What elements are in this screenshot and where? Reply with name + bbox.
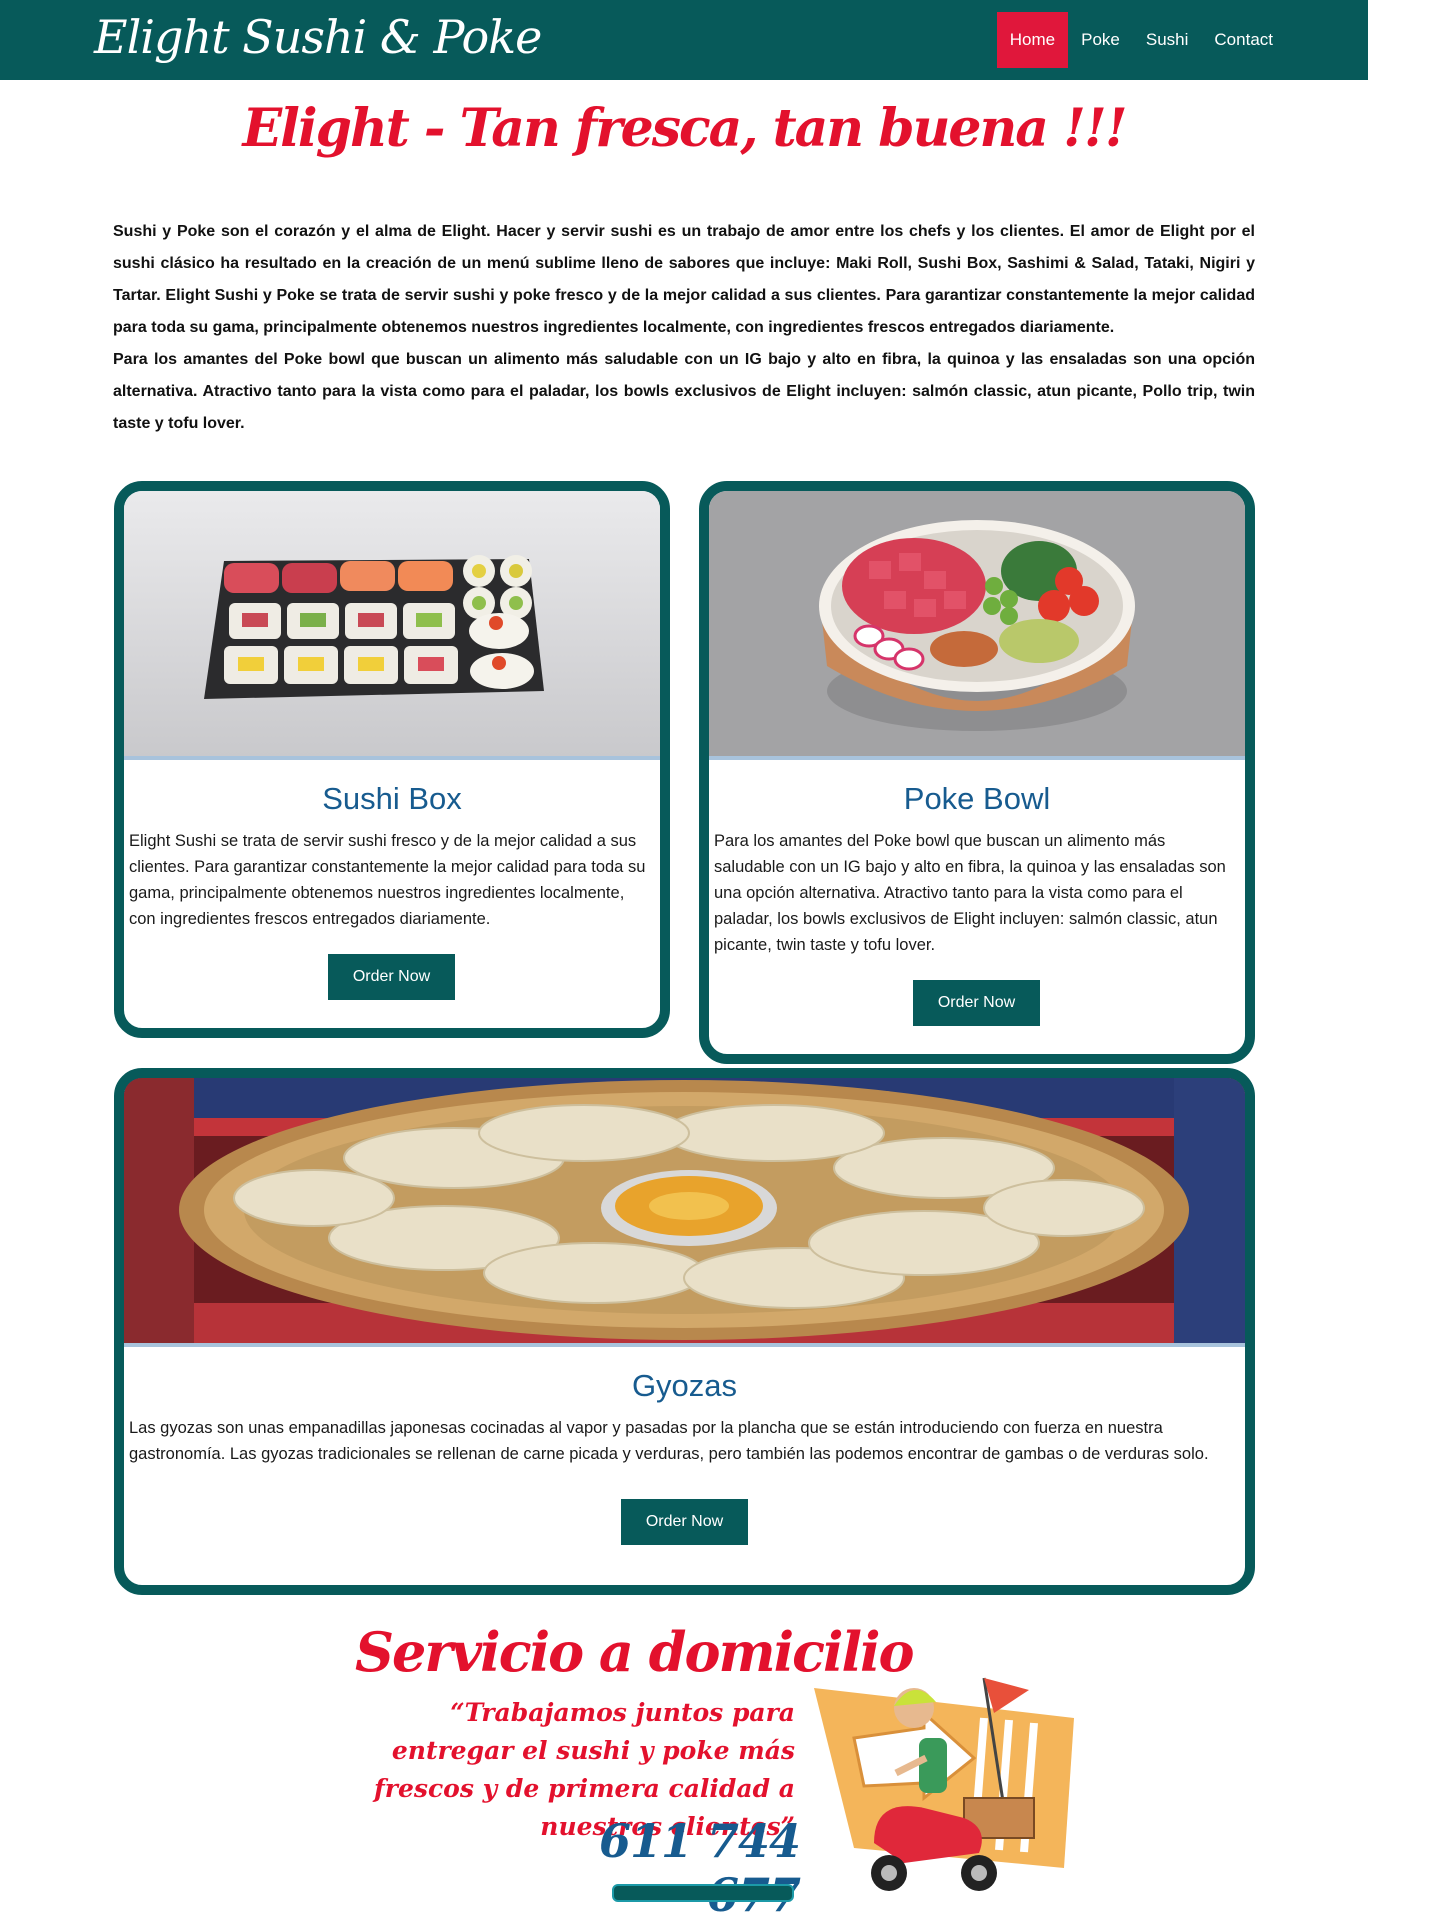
card-text-gyozas: Las gyozas son unas empanadillas japones… xyxy=(129,1419,1209,1463)
intro-text: Sushi y Poke son el corazón y el alma de… xyxy=(113,216,1255,440)
card-title-gyozas: Gyozas xyxy=(631,1368,738,1403)
order-now-button-gyozas[interactable]: Order Now xyxy=(621,1499,748,1545)
card-text-sushi-box: Elight Sushi se trata de servir sushi fr… xyxy=(129,832,646,928)
gyozas-image xyxy=(124,1078,1245,1347)
sushi-box-image xyxy=(124,491,660,760)
poke-bowl-image xyxy=(709,491,1245,760)
delivery-bottom-strip xyxy=(612,1884,794,1902)
card-gyozas: Gyozas Las gyozas son unas empanadillas … xyxy=(114,1068,1255,1595)
page-tagline: Elight - Tan fresca, tan buena !!! xyxy=(242,98,1127,159)
card-title-sushi-box: Sushi Box xyxy=(322,781,462,816)
card-text-poke-bowl: Para los amantes del Poke bowl que busca… xyxy=(714,832,1226,954)
intro-paragraph-2: Para los amantes del Poke bowl que busca… xyxy=(113,351,1255,432)
card-sushi-box: Sushi Box Elight Sushi se trata de servi… xyxy=(114,481,670,1038)
delivery-title: Servicio a domicilio xyxy=(355,1620,915,1684)
nav-contact[interactable]: Contact xyxy=(1201,12,1286,68)
card-poke-bowl: Poke Bowl Para los amantes del Poke bowl… xyxy=(699,481,1255,1064)
delivery-scooter-illustration xyxy=(814,1668,1094,1894)
order-now-button-poke-bowl[interactable]: Order Now xyxy=(913,980,1040,1026)
top-navbar: Elight Sushi & Poke Home Poke Sushi Cont… xyxy=(0,0,1368,80)
brand-logo[interactable]: Elight Sushi & Poke xyxy=(94,10,542,64)
order-now-button-sushi-box[interactable]: Order Now xyxy=(328,954,455,1000)
nav-home[interactable]: Home xyxy=(996,12,1069,68)
card-title-poke-bowl: Poke Bowl xyxy=(903,781,1051,816)
nav-sushi[interactable]: Sushi xyxy=(1133,12,1202,68)
nav-poke[interactable]: Poke xyxy=(1068,12,1133,68)
intro-paragraph-1: Sushi y Poke son el corazón y el alma de… xyxy=(113,223,1255,336)
delivery-phone[interactable]: 611 744 677 xyxy=(500,1814,801,1922)
main-nav: Home Poke Sushi Contact xyxy=(996,12,1286,68)
